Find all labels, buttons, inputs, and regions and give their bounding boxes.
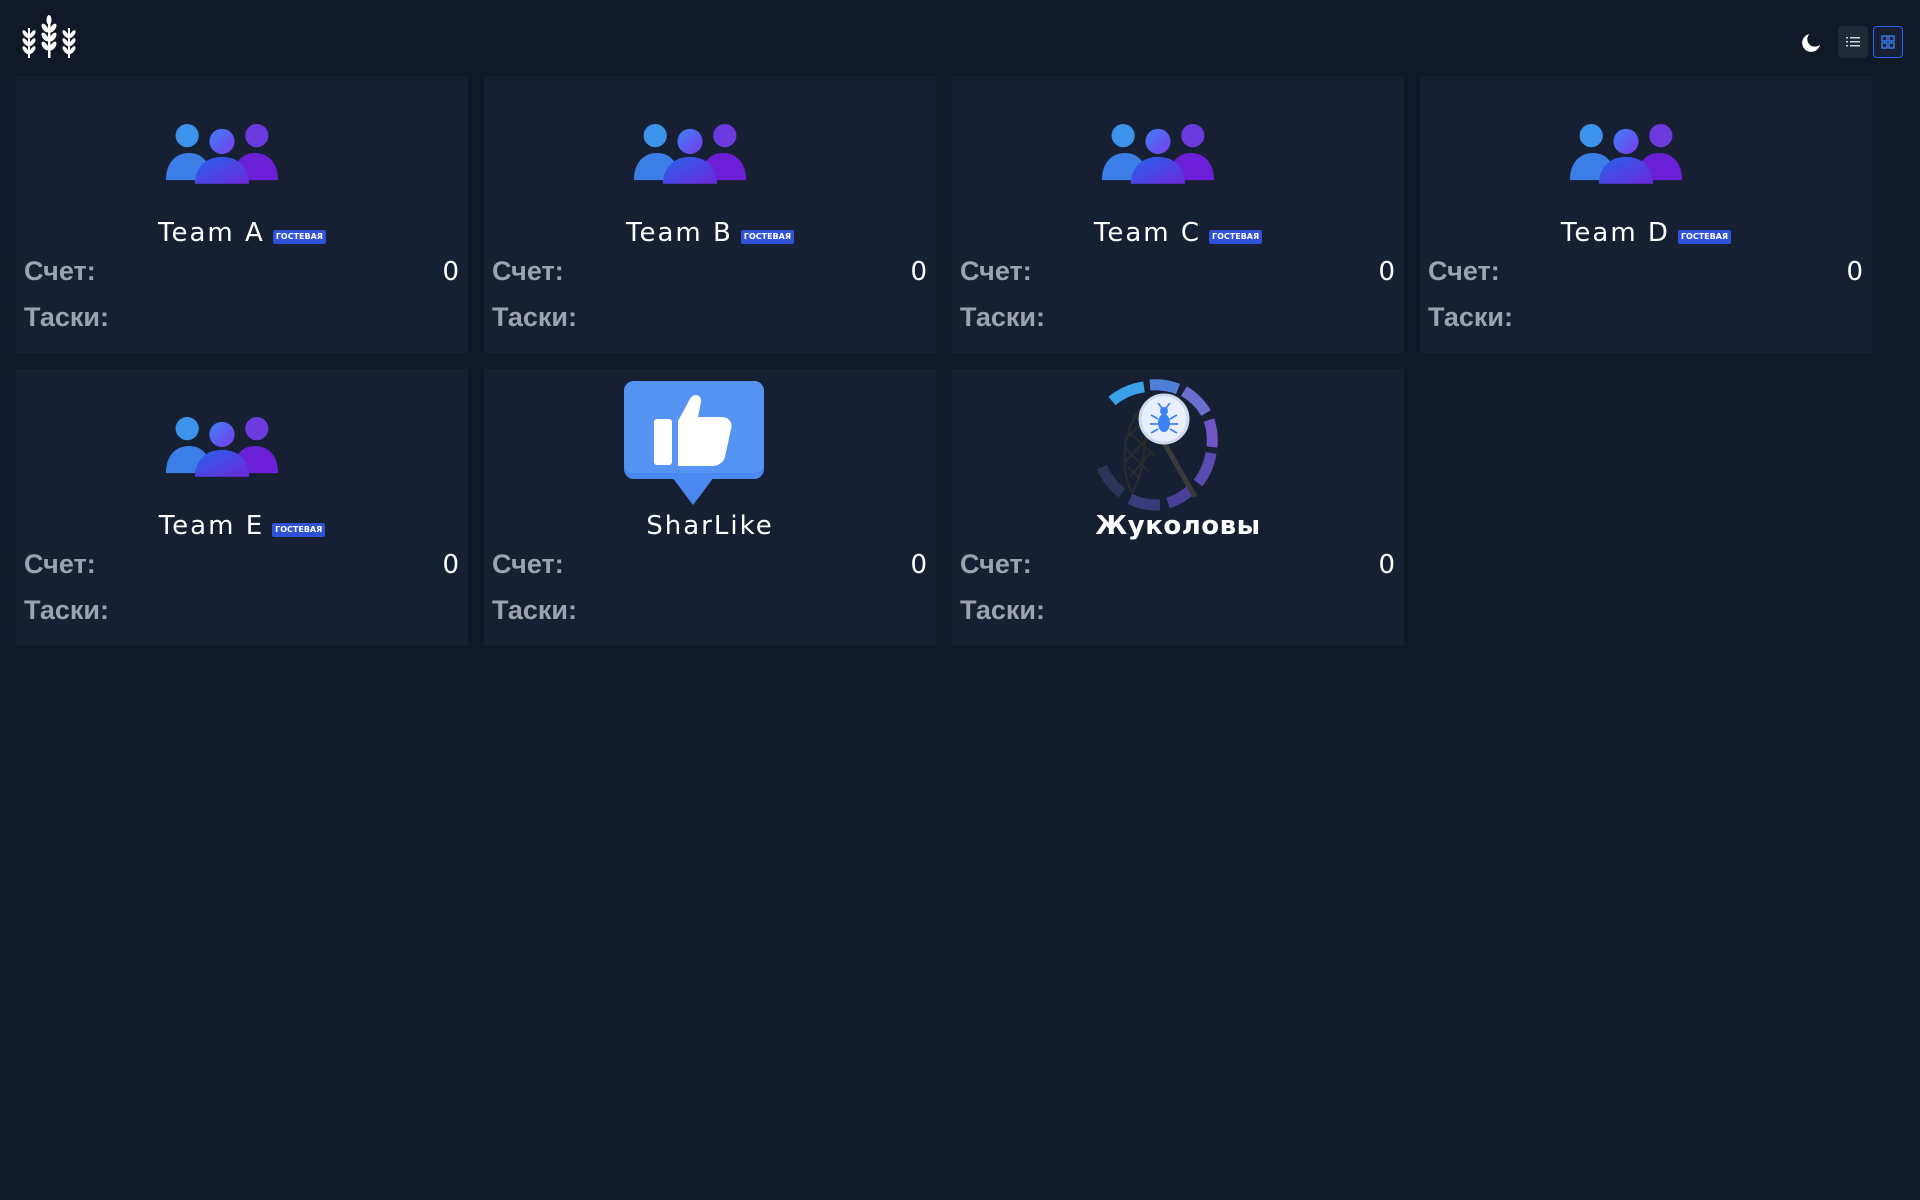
team-card[interactable]: Team B ГОСТЕВАЯ Счет: 0 Таски: [484,76,936,353]
team-name: Team D [1560,218,1670,248]
list-view-button[interactable] [1838,26,1868,58]
tasks-label: Таски: [24,595,109,625]
tasks-label: Таски: [492,302,577,332]
score-label: Счет: [492,549,564,579]
score-label: Счет: [960,549,1032,579]
tasks-label: Таски: [960,595,1045,625]
bug-net-icon [1088,375,1238,511]
score-value: 0 [910,256,927,287]
team-name: Жуколовы [1095,511,1261,541]
team-name: Team E [158,511,265,541]
tasks-label: Таски: [1428,302,1513,332]
team-card[interactable]: Team D ГОСТЕВАЯ Счет: 0 Таски: [1420,76,1872,353]
theme-toggle-button[interactable] [1796,26,1828,58]
guest-badge: ГОСТЕВАЯ [272,230,326,244]
team-card[interactable]: Team E ГОСТЕВАЯ Счет: 0 Таски: [16,369,468,646]
team-card[interactable]: SharLike Счет: 0 Таски: [484,369,936,646]
score-value: 0 [1378,256,1395,287]
score-label: Счет: [24,549,96,579]
score-label: Счет: [1428,256,1500,286]
team-name: Team A [158,218,265,248]
team-card[interactable]: Team A ГОСТЕВАЯ Счет: 0 Таски: [16,76,468,353]
score-value: 0 [442,549,459,580]
score-value: 0 [1846,256,1863,287]
guest-badge: ГОСТЕВАЯ [1209,230,1263,244]
team-name: Team B [626,218,733,248]
tasks-label: Таски: [24,302,109,332]
team-name: Team C [1093,218,1201,248]
score-label: Счет: [492,256,564,286]
score-label: Счет: [24,256,96,286]
grid-view-button[interactable] [1873,26,1903,58]
thumbs-up-icon [622,381,772,511]
tasks-label: Таски: [492,595,577,625]
grid-icon [1881,35,1895,49]
score-value: 0 [910,549,927,580]
guest-badge: ГОСТЕВАЯ [740,230,794,244]
team-card[interactable]: Жуколовы Счет: 0 Таски: [952,369,1404,646]
guest-badge: ГОСТЕВАЯ [1677,230,1732,244]
wheat-logo-icon[interactable] [18,14,80,60]
team-card[interactable]: Team C ГОСТЕВАЯ Счет: 0 Таски: [952,76,1404,353]
score-value: 0 [1378,549,1395,580]
team-name: SharLike [646,511,774,541]
score-value: 0 [442,256,459,287]
moon-icon [1802,34,1820,52]
score-label: Счет: [960,256,1032,286]
tasks-label: Таски: [960,302,1045,332]
list-icon [1846,37,1860,47]
guest-badge: ГОСТЕВАЯ [272,523,326,537]
